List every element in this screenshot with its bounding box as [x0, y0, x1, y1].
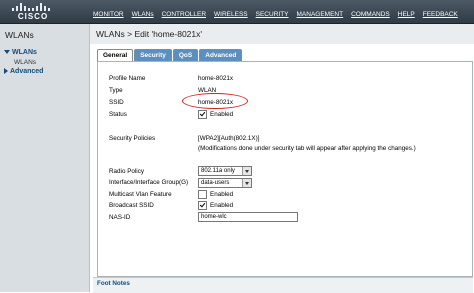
- sidebar-item-label: Advanced: [10, 68, 44, 75]
- security-policies-note: (Modifications done under security tab w…: [198, 145, 416, 152]
- security-policies-label: Security Policies: [109, 135, 156, 142]
- broadcast-ssid-control: Enabled: [198, 201, 233, 210]
- radio-policy-label: Radio Policy: [109, 168, 144, 175]
- broadcast-ssid-checkbox[interactable]: [198, 201, 207, 210]
- broadcast-ssid-checkbox-label: Enabled: [210, 202, 234, 210]
- tab-security[interactable]: Security: [134, 49, 172, 61]
- nav-management[interactable]: MANAGEMENT: [297, 11, 344, 18]
- radio-policy-select[interactable]: 802.11a only: [198, 166, 252, 176]
- nav-commands[interactable]: COMMANDS: [351, 11, 390, 18]
- multicast-vlan-control: Enabled: [198, 190, 233, 199]
- foot-notes-title: Foot Notes: [97, 280, 130, 287]
- status-control: Enabled: [198, 110, 233, 119]
- sidebar-item-label: WLANs: [12, 49, 37, 56]
- general-tab-panel: Profile Name home-8021x Type WLAN SSID h…: [97, 61, 473, 277]
- interface-group-select[interactable]: data-users: [198, 178, 252, 188]
- nav-monitor[interactable]: MONITOR: [93, 11, 124, 18]
- sidebar-subitem-wlans[interactable]: WLANs: [14, 59, 36, 66]
- sidebar: WLANs WLANs WLANs Advanced: [0, 24, 90, 292]
- cisco-logo-bars-icon: [12, 3, 54, 11]
- type-label: Type: [109, 87, 123, 94]
- nas-id-wrapper: home-wlc: [198, 212, 298, 222]
- nav-wlans[interactable]: WLANs: [132, 11, 154, 18]
- tab-qos[interactable]: QoS: [172, 49, 199, 61]
- main-menu: MONITOR WLANs CONTROLLER WIRELESS SECURI…: [93, 11, 466, 18]
- status-checkbox[interactable]: [198, 110, 207, 119]
- nav-controller[interactable]: CONTROLLER: [162, 11, 206, 18]
- interface-group-selected: data-users: [201, 180, 230, 186]
- multicast-vlan-checkbox[interactable]: [198, 190, 207, 199]
- sidebar-title: WLANs: [5, 30, 34, 40]
- nas-id-label: NAS-ID: [109, 214, 131, 221]
- nav-feedback[interactable]: FEEDBACK: [423, 11, 458, 18]
- status-label: Status: [109, 111, 127, 118]
- ssid-label: SSID: [109, 99, 124, 106]
- foot-notes: Foot Notes: [93, 277, 473, 293]
- chevron-down-icon: [242, 179, 251, 187]
- profile-name-value: home-8021x: [198, 75, 234, 82]
- cisco-logo: CISCO: [2, 1, 64, 22]
- expand-icon: [4, 50, 10, 55]
- status-checkbox-label: Enabled: [210, 111, 234, 119]
- sidebar-item-advanced[interactable]: Advanced: [4, 68, 43, 75]
- chevron-down-icon: [242, 167, 251, 175]
- security-policies-value: [WPA2][Auth(802.1X)]: [198, 135, 260, 142]
- broadcast-ssid-label: Broadcast SSID: [109, 202, 154, 209]
- collapse-icon: [4, 68, 8, 75]
- page-title: WLANs > Edit 'home-8021x': [96, 29, 203, 39]
- multicast-vlan-checkbox-label: Enabled: [210, 191, 234, 199]
- profile-name-label: Profile Name: [109, 75, 146, 82]
- ssid-highlight-annotation: [182, 93, 248, 109]
- interface-group-label: Interface/Interface Group(G): [109, 179, 189, 186]
- nas-id-field[interactable]: home-wlc: [198, 212, 298, 222]
- nav-wireless[interactable]: WIRELESS: [214, 11, 248, 18]
- cisco-logo-text: CISCO: [17, 12, 49, 21]
- nav-security[interactable]: SECURITY: [256, 11, 289, 18]
- tab-bar: General Security QoS Advanced: [97, 49, 243, 61]
- multicast-vlan-label: Multicast Vlan Feature: [109, 191, 172, 198]
- tab-general[interactable]: General: [97, 49, 134, 61]
- sidebar-item-wlans[interactable]: WLANs: [4, 49, 37, 56]
- nav-help[interactable]: HELP: [398, 11, 415, 18]
- radio-policy-selected: 802.11a only: [201, 168, 235, 174]
- top-navigation-bar: CISCO MONITOR WLANs CONTROLLER WIRELESS …: [0, 0, 474, 24]
- tab-advanced[interactable]: Advanced: [199, 49, 243, 61]
